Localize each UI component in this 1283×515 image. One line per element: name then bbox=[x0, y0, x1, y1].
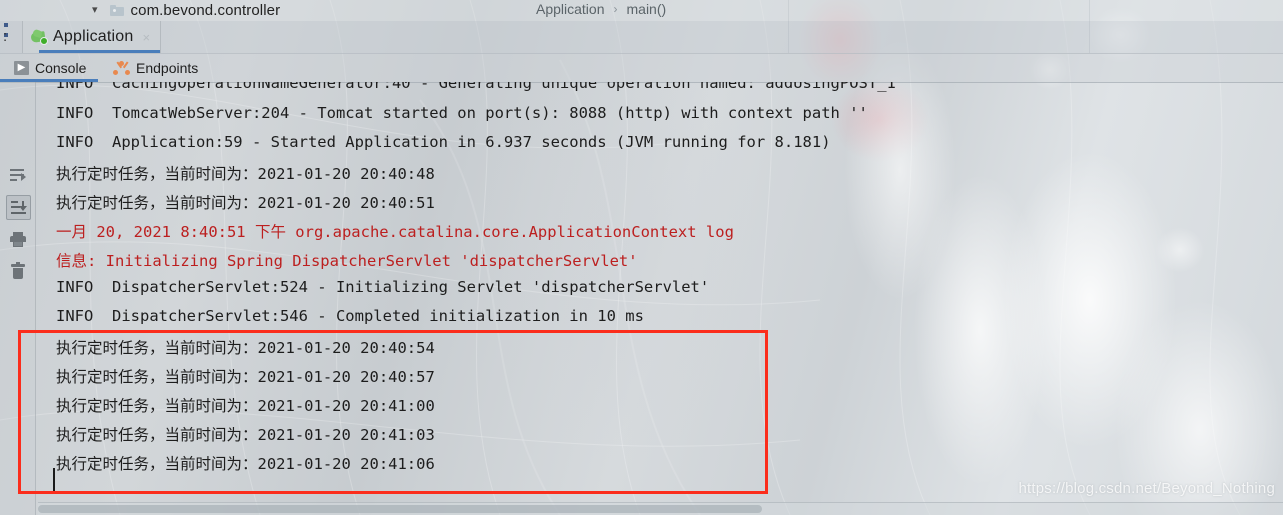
log-line: INFO DispatcherServlet:546 - Completed i… bbox=[56, 307, 644, 325]
tab-console[interactable]: ▶ Console bbox=[0, 53, 99, 82]
breadcrumb: Application › main() bbox=[536, 1, 666, 17]
console-subtabs: ▶ Console Endpoints bbox=[0, 53, 1283, 83]
tab-endpoints[interactable]: Endpoints bbox=[113, 53, 198, 82]
log-line: INFO Application:59 - Started Applicatio… bbox=[56, 133, 831, 151]
scroll-to-end-button[interactable] bbox=[6, 195, 31, 220]
spring-boot-leaf-icon bbox=[30, 28, 48, 45]
scroll-to-end-icon bbox=[10, 200, 27, 215]
log-line: 执行定时任务，当前时间为：2021-01-20 20:41:00 bbox=[56, 397, 435, 415]
text-caret bbox=[53, 468, 55, 494]
tab-application-label: Application bbox=[53, 28, 134, 45]
watermark-text: https://blog.csdn.net/Beyond_Nothing bbox=[1018, 480, 1275, 497]
chevron-down-icon[interactable]: ▾ bbox=[92, 5, 98, 16]
log-line: INFO CachingOperationNameGenerator:40 - … bbox=[56, 82, 896, 92]
breadcrumb-separator-icon: › bbox=[613, 2, 618, 16]
run-tool-window-tabstrip: : Application × bbox=[0, 21, 1283, 54]
gutter-colon-label: : bbox=[3, 28, 8, 45]
soft-wrap-button[interactable] bbox=[6, 164, 29, 187]
log-line: 执行定时任务，当前时间为：2021-01-20 20:40:48 bbox=[56, 165, 435, 183]
close-icon[interactable]: × bbox=[142, 31, 150, 44]
printer-icon bbox=[9, 232, 26, 247]
package-folder-icon bbox=[109, 5, 124, 16]
endpoints-graph-icon bbox=[113, 60, 130, 75]
horizontal-scrollbar-thumb[interactable] bbox=[38, 505, 762, 513]
package-name-label[interactable]: com.bevond.controller bbox=[131, 2, 281, 19]
log-line: 一月 20, 2021 8:40:51 下午 org.apache.catali… bbox=[56, 223, 734, 241]
horizontal-scrollbar[interactable] bbox=[38, 502, 1283, 515]
tab-console-label: Console bbox=[35, 59, 87, 76]
log-line: 信息: Initializing Spring DispatcherServle… bbox=[56, 252, 638, 270]
log-line: 执行定时任务，当前时间为：2021-01-20 20:41:03 bbox=[56, 426, 435, 444]
log-line: 执行定时任务，当前时间为：2021-01-20 20:40:57 bbox=[56, 368, 435, 386]
ide-run-console-window: ▾ com.bevond.controller Application › ma… bbox=[0, 0, 1283, 515]
breadcrumb-class[interactable]: Application bbox=[536, 1, 605, 17]
console-output[interactable]: INFO CachingOperationNameGenerator:40 - … bbox=[35, 82, 1283, 515]
console-toolbar-gutter bbox=[0, 82, 36, 515]
log-line: 执行定时任务，当前时间为：2021-01-20 20:41:06 bbox=[56, 455, 435, 473]
clear-all-button[interactable] bbox=[6, 260, 29, 283]
trash-icon bbox=[10, 262, 25, 279]
tab-endpoints-label: Endpoints bbox=[136, 59, 199, 76]
log-line: INFO TomcatWebServer:204 - Tomcat starte… bbox=[56, 104, 868, 122]
log-line: 执行定时任务，当前时间为：2021-01-20 20:40:54 bbox=[56, 339, 435, 357]
log-line: 执行定时任务，当前时间为：2021-01-20 20:40:51 bbox=[56, 194, 435, 212]
soft-wrap-icon bbox=[9, 169, 26, 182]
tab-application[interactable]: Application × bbox=[22, 21, 162, 53]
breadcrumb-method[interactable]: main() bbox=[627, 1, 667, 17]
log-line: INFO DispatcherServlet:524 - Initializin… bbox=[56, 278, 710, 296]
print-button[interactable] bbox=[6, 228, 29, 251]
breadcrumb-bar: ▾ com.bevond.controller Application › ma… bbox=[0, 0, 1283, 21]
console-prompt-icon: ▶ bbox=[14, 60, 29, 75]
